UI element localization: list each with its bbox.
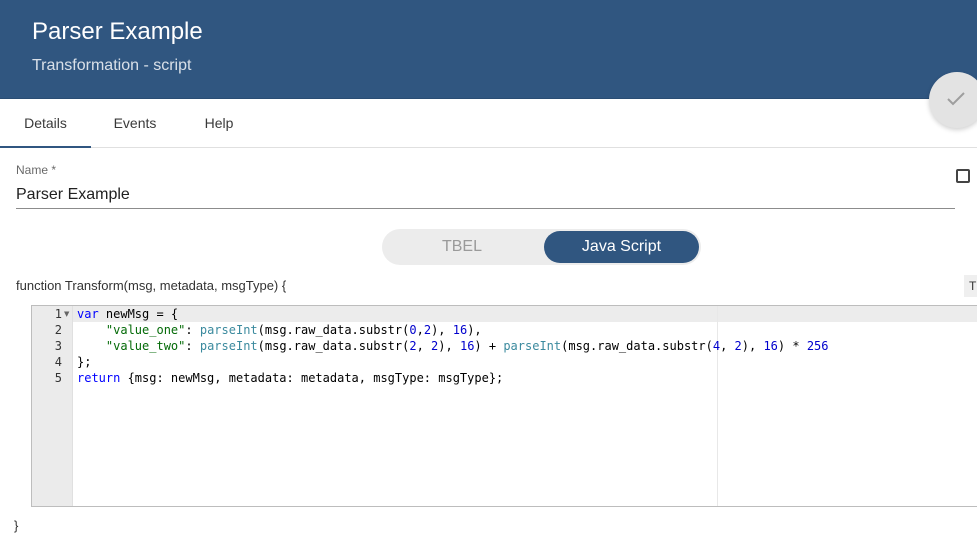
- tab-help[interactable]: Help: [179, 99, 259, 147]
- line-number: 1: [54, 307, 62, 321]
- function-signature: function Transform(msg, metadata, msgTyp…: [16, 278, 287, 293]
- tab-events[interactable]: Events: [91, 99, 179, 147]
- print-margin: [717, 306, 718, 506]
- code-line-1: var newMsg = {: [77, 307, 179, 321]
- page-title: Parser Example: [32, 18, 203, 45]
- code-editor[interactable]: 1 ▼ 2 3 4 5 var newMsg = { "value_one": …: [31, 305, 977, 507]
- name-field-label: Name *: [16, 163, 57, 177]
- checkbox[interactable]: [956, 169, 970, 183]
- line-number: 3: [54, 339, 62, 353]
- toggle-tbel[interactable]: TBEL: [382, 229, 542, 265]
- header: Parser Example Transformation - script: [0, 0, 977, 99]
- line-number: 2: [54, 323, 62, 337]
- line-number: 4: [54, 355, 62, 369]
- toggle-javascript[interactable]: Java Script: [544, 231, 699, 263]
- language-toggle: TBEL Java Script: [382, 229, 701, 265]
- line-number: 5: [54, 371, 62, 385]
- editor-gutter: 1 ▼ 2 3 4 5: [32, 306, 73, 506]
- tab-details[interactable]: Details: [0, 99, 91, 148]
- code-line-3: "value_two": parseInt(msg.raw_data.subst…: [105, 339, 829, 353]
- code-line-4: };: [77, 355, 92, 369]
- code-line-5: return {msg: newMsg, metadata: metadata,…: [77, 371, 504, 385]
- tab-bar: Details Events Help: [0, 99, 977, 148]
- name-field[interactable]: [16, 181, 955, 209]
- side-panel-button[interactable]: T: [964, 275, 977, 297]
- function-closing-brace: }: [14, 518, 19, 533]
- page-subtitle: Transformation - script: [32, 57, 192, 74]
- fold-arrow-icon[interactable]: ▼: [64, 310, 69, 318]
- code-line-2: "value_one": parseInt(msg.raw_data.subst…: [105, 323, 482, 337]
